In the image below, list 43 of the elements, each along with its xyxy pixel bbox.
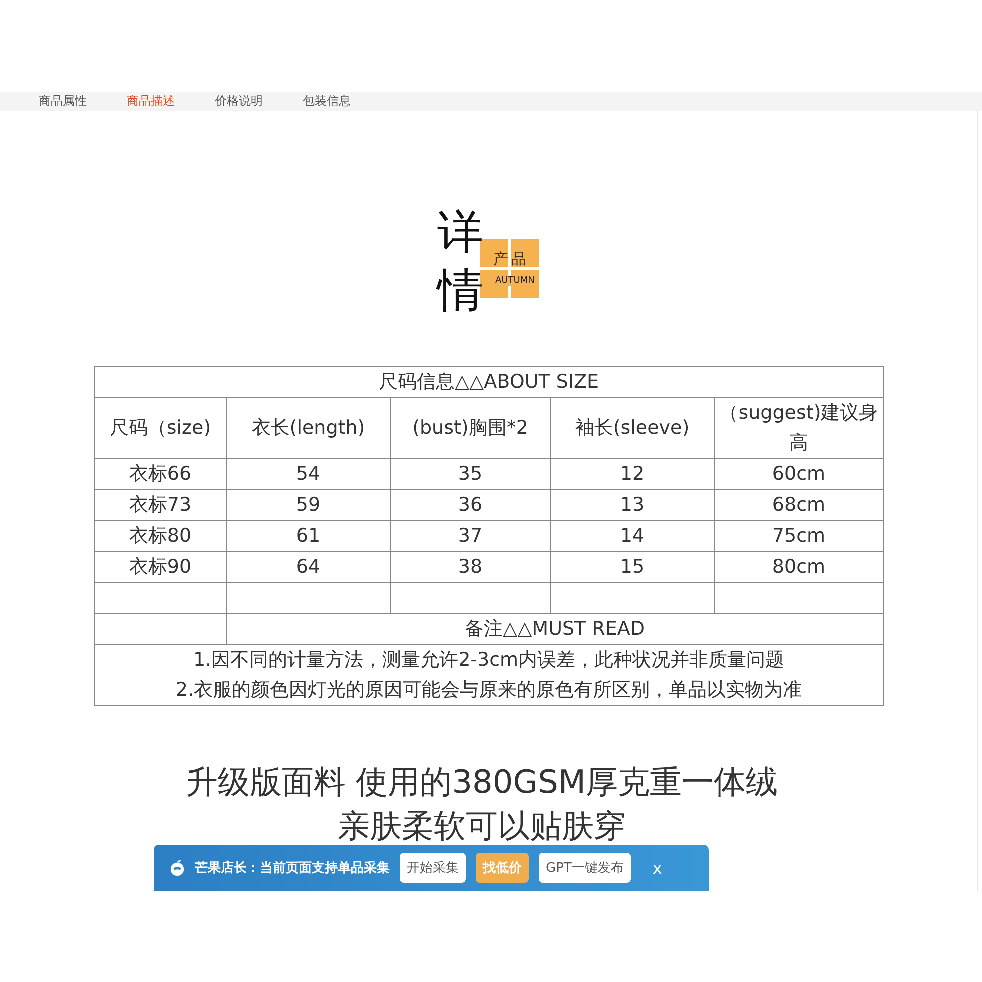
- column-header: (bust)胸围*2: [390, 398, 550, 458]
- table-cell: 35: [390, 458, 550, 490]
- table-cell: 64: [226, 552, 390, 582]
- headline-text: 亲肤柔软可以贴肤穿: [337, 806, 627, 847]
- table-cell: 衣标90: [94, 552, 226, 582]
- tab[interactable]: 商品属性: [34, 93, 92, 110]
- notes-title: 备注△△MUST READ: [226, 614, 884, 644]
- table-cell: 61: [226, 520, 390, 552]
- column-header: （suggest)建议身高: [714, 398, 884, 458]
- table-cell: 14: [550, 520, 714, 552]
- table-cell: 13: [550, 490, 714, 520]
- column-header: 衣长(length): [226, 398, 390, 458]
- logo-character: 详: [438, 204, 484, 261]
- tab[interactable]: 商品描述: [122, 93, 180, 110]
- table-cell: 15: [550, 552, 714, 582]
- table-cell: 12: [550, 458, 714, 490]
- logo-text: 产品: [494, 250, 530, 269]
- toolbar-message: 芒果店长：当前页面支持单品采集: [195, 860, 390, 877]
- table-cell: 59: [226, 490, 390, 520]
- column-header: 尺码（size): [94, 398, 226, 458]
- table-cell: 衣标66: [94, 458, 226, 490]
- table-cell: 38: [390, 552, 550, 582]
- table-cell: 80cm: [714, 552, 884, 582]
- table-cell: 36: [390, 490, 550, 520]
- toolbar-button[interactable]: 开始采集: [400, 853, 466, 883]
- tab[interactable]: 包装信息: [298, 93, 356, 110]
- toolbar-button[interactable]: GPT一键发布: [539, 853, 631, 883]
- mango-icon: [170, 860, 185, 876]
- table-cell: 68cm: [714, 490, 884, 520]
- table-title: 尺码信息△△ABOUT SIZE: [94, 366, 884, 398]
- table-cell: 37: [390, 520, 550, 552]
- table-cell: 54: [226, 458, 390, 490]
- column-header: 袖长(sleeve): [550, 398, 714, 458]
- table-cell: 衣标73: [94, 490, 226, 520]
- logo-subtitle: AUTUMN: [494, 276, 536, 286]
- headline-text: 升级版面料 使用的380GSM厚克重一体绒: [185, 762, 779, 803]
- tab[interactable]: 价格说明: [210, 93, 268, 110]
- note-text: 2.衣服的颜色因灯光的原因可能会与原来的原色有所区别，单品以实物为准: [174, 678, 804, 703]
- table-cell: 衣标80: [94, 520, 226, 552]
- table-cell: 75cm: [714, 520, 884, 552]
- note-text: 1.因不同的计量方法，测量允许2-3cm内误差，此种状况并非质量问题: [192, 648, 786, 673]
- table-cell: 60cm: [714, 458, 884, 490]
- logo-character: 情: [438, 262, 484, 319]
